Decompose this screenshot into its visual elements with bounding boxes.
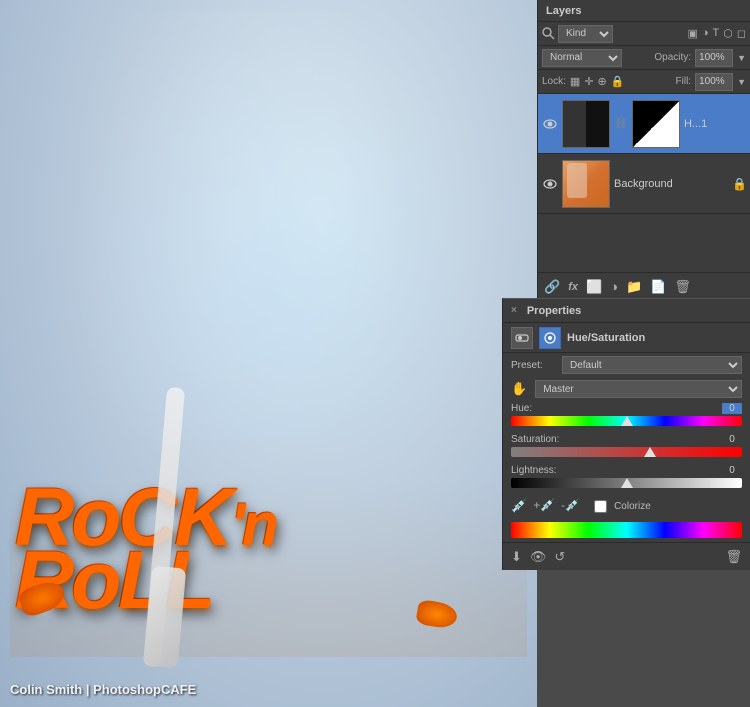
opacity-label: Opacity: (654, 52, 691, 63)
layers-panel-header: Layers (538, 0, 750, 22)
hue-saturation-title: Hue/Saturation (567, 332, 645, 344)
channel-row: ✋ Master (503, 377, 750, 401)
layer-chain-hue: ⛓ (614, 117, 628, 130)
lightness-label: Lightness: (511, 465, 557, 476)
fx-icon[interactable]: fx (568, 281, 578, 293)
fill-label: Fill: (676, 76, 692, 87)
layer-item-background[interactable]: Background 🔒 (538, 154, 750, 214)
lightness-thumb[interactable] (621, 478, 633, 488)
layers-search-toolbar: Kind ▣ ◑ T ⬡ ◻ (538, 22, 750, 46)
lock-all-icon[interactable]: 🔒 (611, 75, 625, 88)
preset-dropdown[interactable]: Default (562, 356, 742, 374)
properties-mask-btn[interactable] (539, 327, 561, 349)
filter-icons: ▣ ◑ T ⬡ ◻ (687, 27, 746, 40)
layer-thumb-bg (562, 160, 610, 208)
delete-layer-icon[interactable]: 🗑 (674, 279, 691, 295)
smart-filter-icon[interactable]: ◻ (737, 27, 746, 40)
properties-title: Properties (527, 305, 581, 317)
new-adjustment-icon[interactable]: ◑ (610, 279, 618, 294)
eye-visibility-icon[interactable]: 👁 (530, 549, 547, 565)
colorize-row: 💉 +💉 -💉 Colorize (503, 494, 750, 518)
saturation-slider-section: Saturation: 0 (503, 432, 750, 463)
layers-blend-toolbar: Normal Opacity: ▼ (538, 46, 750, 70)
shape-filter-icon[interactable]: ⬡ (723, 27, 733, 40)
reset-adjustments-icon[interactable]: ↺ (554, 549, 565, 565)
layers-panel: Layers Kind ▣ ◑ T ⬡ ◻ Normal Op (537, 0, 750, 300)
properties-bottom-toolbar: ⬇ 👁 ↺ 🗑 (503, 542, 750, 570)
lightness-track[interactable] (511, 478, 742, 488)
hue-value[interactable]: 0 (722, 403, 742, 414)
type-filter-icon[interactable]: T (713, 27, 720, 40)
link-layers-icon[interactable]: 🔗 (544, 279, 560, 295)
opacity-input[interactable] (695, 49, 733, 67)
blend-mode-dropdown[interactable]: Normal (542, 49, 622, 67)
layer-item-hue[interactable]: ⛓ H...1 (538, 94, 750, 154)
lock-move-icon[interactable]: ✛ (584, 75, 593, 88)
canvas-area: RoCK'n RoLL Colin Smith | PhotoshopCAFE (0, 0, 537, 707)
layer-visibility-bg[interactable] (542, 176, 558, 192)
channel-dropdown[interactable]: Master (535, 380, 742, 398)
layer-name-bg: Background (614, 178, 728, 190)
layer-name-hue: H...1 (684, 118, 746, 130)
saturation-thumb[interactable] (644, 447, 656, 457)
properties-icon-row: Hue/Saturation (503, 323, 750, 353)
colorize-checkbox[interactable] (594, 500, 607, 513)
fill-input[interactable] (695, 73, 733, 91)
preset-label: Preset: (511, 360, 556, 371)
layer-visibility-hue[interactable] (542, 116, 558, 132)
hue-label: Hue: (511, 403, 532, 414)
layers-lock-toolbar: Lock: ▦ ✛ ⊕ 🔒 Fill: ▼ (538, 70, 750, 94)
color-spectrum-bar (511, 522, 742, 538)
watermark-text: Colin Smith | PhotoshopCAFE (10, 682, 196, 697)
lock-artboards-icon[interactable]: ⊕ (598, 75, 607, 88)
layer-lock-bg: 🔒 (732, 177, 746, 191)
clip-to-layer-icon[interactable]: ⬇ (511, 549, 522, 565)
hue-track[interactable] (511, 416, 742, 426)
kind-dropdown[interactable]: Kind (558, 25, 613, 43)
lightness-value[interactable]: 0 (722, 465, 742, 476)
new-group-icon[interactable]: 📁 (626, 279, 642, 295)
layers-bottom-toolbar: 🔗 fx ⬜ ◑ 📁 📄 🗑 (538, 272, 750, 300)
adjustment-filter-icon[interactable]: ◑ (702, 27, 709, 40)
hand-tool-icon[interactable]: ✋ (511, 381, 527, 397)
layer-mask-thumb-hue (632, 100, 680, 148)
saturation-label: Saturation: (511, 434, 559, 445)
add-mask-icon[interactable]: ⬜ (586, 279, 602, 295)
fill-chevron: ▼ (737, 77, 746, 87)
hue-slider-section: Hue: 0 (503, 401, 750, 432)
eyedropper-add-icon[interactable]: +💉 (533, 498, 555, 514)
properties-panel: × Properties Hue/Saturation Preset: Defa… (502, 298, 750, 570)
lock-icons: ▦ ✛ ⊕ 🔒 (570, 75, 625, 88)
close-properties-button[interactable]: × (511, 305, 517, 316)
hue-thumb[interactable] (621, 416, 633, 426)
preset-row: Preset: Default (503, 353, 750, 377)
lightness-slider-section: Lightness: 0 (503, 463, 750, 494)
layer-thumb-hue (562, 100, 610, 148)
main-image: RoCK'n RoLL Colin Smith | PhotoshopCAFE (0, 0, 537, 707)
saturation-value[interactable]: 0 (722, 434, 742, 445)
saturation-track[interactable] (511, 447, 742, 457)
lock-label: Lock: (542, 76, 566, 87)
search-icon (542, 27, 555, 40)
opacity-chevron: ▼ (737, 53, 746, 63)
eyedropper-icons: 💉 +💉 -💉 (511, 498, 580, 514)
colorize-label: Colorize (614, 501, 651, 512)
properties-header: × Properties (503, 299, 750, 323)
eyedropper-subtract-icon[interactable]: -💉 (561, 498, 580, 514)
delete-adjustment-icon[interactable]: 🗑 (725, 549, 742, 565)
eyedropper-normal-icon[interactable]: 💉 (511, 498, 527, 514)
lock-pixels-icon[interactable]: ▦ (570, 75, 580, 88)
properties-adjustments-btn[interactable] (511, 327, 533, 349)
new-layer-icon[interactable]: 📄 (650, 279, 666, 295)
layers-title: Layers (546, 5, 581, 17)
pixel-filter-icon[interactable]: ▣ (687, 27, 697, 40)
